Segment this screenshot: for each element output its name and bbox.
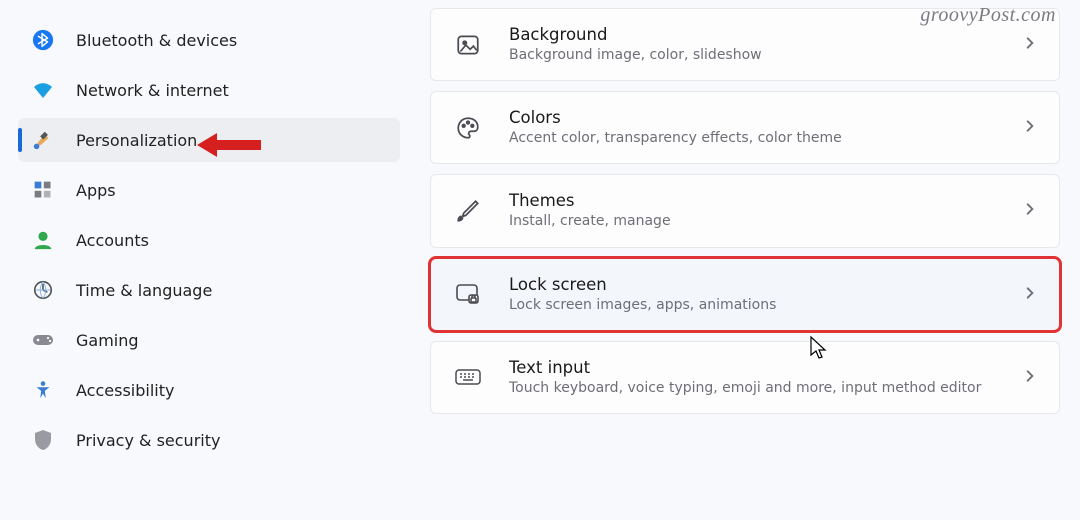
card-title: Background (509, 25, 1011, 44)
sidebar-item-label: Time & language (76, 281, 388, 300)
sidebar-item-label: Gaming (76, 331, 388, 350)
bluetooth-icon (30, 27, 56, 53)
card-text: Themes Install, create, manage (509, 191, 1011, 230)
chevron-right-icon (1023, 201, 1037, 220)
sidebar-item-network[interactable]: Network & internet (18, 68, 400, 112)
chevron-right-icon (1023, 285, 1037, 304)
sidebar-item-label: Apps (76, 181, 388, 200)
card-subtitle: Accent color, transparency effects, colo… (509, 129, 1011, 147)
sidebar-item-bluetooth[interactable]: Bluetooth & devices (18, 18, 400, 62)
chevron-right-icon (1023, 368, 1037, 387)
paintbrush-icon (30, 127, 56, 153)
person-icon (30, 227, 56, 253)
sidebar-item-apps[interactable]: Apps (18, 168, 400, 212)
sidebar-item-time-language[interactable]: Time & language (18, 268, 400, 312)
settings-content: Background Background image, color, slid… (410, 0, 1080, 520)
card-subtitle: Background image, color, slideshow (509, 46, 1011, 64)
card-title: Colors (509, 108, 1011, 127)
sidebar-item-accessibility[interactable]: Accessibility (18, 368, 400, 412)
picture-icon (453, 30, 483, 60)
card-text-input[interactable]: Text input Touch keyboard, voice typing,… (430, 341, 1060, 414)
card-text: Text input Touch keyboard, voice typing,… (509, 358, 1011, 397)
card-text: Lock screen Lock screen images, apps, an… (509, 275, 1011, 314)
card-subtitle: Lock screen images, apps, animations (509, 296, 1011, 314)
card-subtitle: Install, create, manage (509, 212, 1011, 230)
card-title: Lock screen (509, 275, 1011, 294)
sidebar-item-accounts[interactable]: Accounts (18, 218, 400, 262)
sidebar-item-label: Personalization (76, 131, 388, 150)
sidebar-item-personalization[interactable]: Personalization (18, 118, 400, 162)
sidebar-item-label: Bluetooth & devices (76, 31, 388, 50)
gamepad-icon (30, 327, 56, 353)
card-colors[interactable]: Colors Accent color, transparency effect… (430, 91, 1060, 164)
card-text: Colors Accent color, transparency effect… (509, 108, 1011, 147)
wifi-icon (30, 77, 56, 103)
card-title: Themes (509, 191, 1011, 210)
sidebar-item-label: Accounts (76, 231, 388, 250)
chevron-right-icon (1023, 118, 1037, 137)
sidebar-item-privacy[interactable]: Privacy & security (18, 418, 400, 462)
settings-window: Bluetooth & devices Network & internet P… (0, 0, 1080, 520)
keyboard-icon (453, 362, 483, 392)
card-text: Background Background image, color, slid… (509, 25, 1011, 64)
brush-icon (453, 196, 483, 226)
accessibility-icon (30, 377, 56, 403)
card-title: Text input (509, 358, 1011, 377)
sidebar-item-label: Network & internet (76, 81, 388, 100)
card-lock-screen[interactable]: Lock screen Lock screen images, apps, an… (430, 258, 1060, 331)
shield-icon (30, 427, 56, 453)
sidebar-item-label: Accessibility (76, 381, 388, 400)
sidebar-nav: Bluetooth & devices Network & internet P… (0, 0, 410, 520)
card-subtitle: Touch keyboard, voice typing, emoji and … (509, 379, 1011, 397)
sidebar-item-gaming[interactable]: Gaming (18, 318, 400, 362)
palette-icon (453, 113, 483, 143)
sidebar-item-label: Privacy & security (76, 431, 388, 450)
clock-globe-icon (30, 277, 56, 303)
card-background[interactable]: Background Background image, color, slid… (430, 8, 1060, 81)
chevron-right-icon (1023, 35, 1037, 54)
apps-icon (30, 177, 56, 203)
lock-screen-icon (453, 279, 483, 309)
card-themes[interactable]: Themes Install, create, manage (430, 174, 1060, 247)
